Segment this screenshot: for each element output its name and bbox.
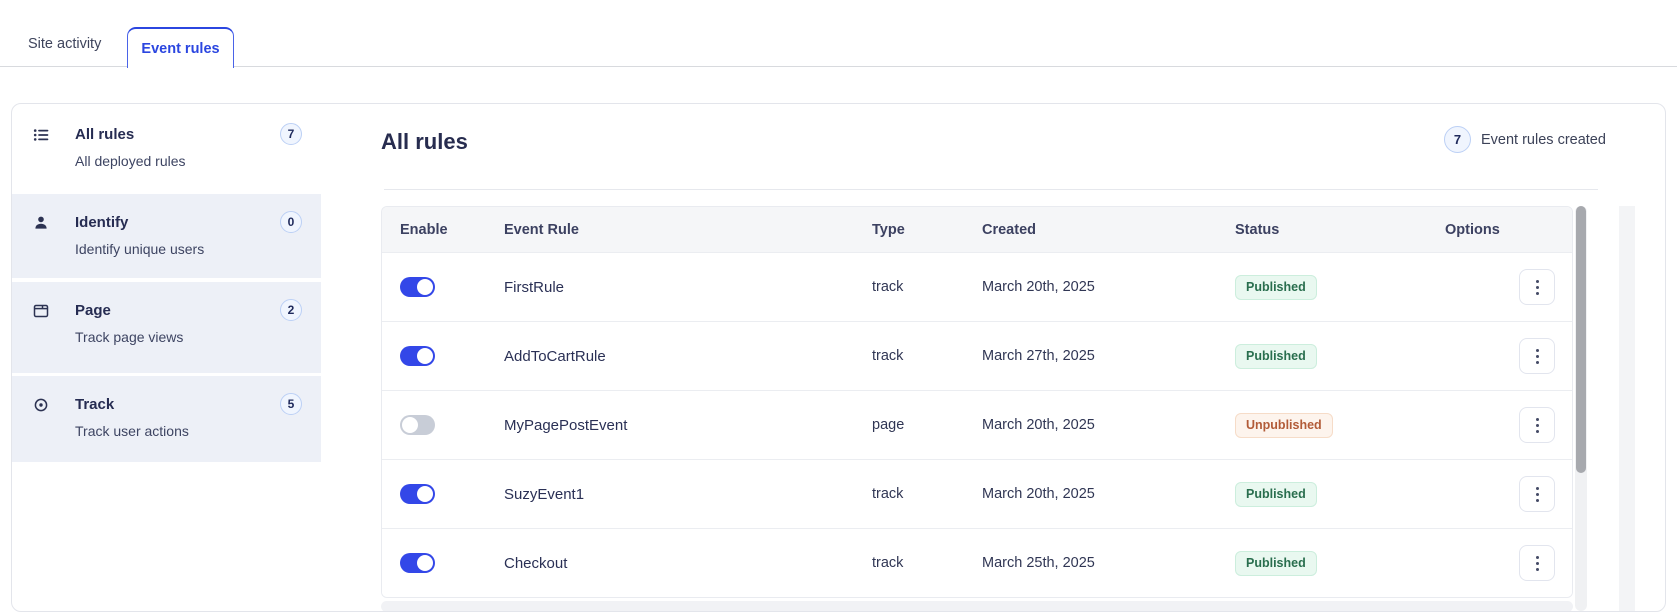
rule-name: MyPagePostEvent	[504, 416, 628, 434]
table-row: Checkout track March 25th, 2025 Publishe…	[382, 528, 1572, 597]
user-icon	[33, 215, 49, 231]
rule-created: March 20th, 2025	[982, 417, 1095, 433]
table-scrollbar-thumb[interactable]	[1576, 206, 1586, 473]
page-title: All rules	[381, 129, 468, 154]
rule-type: track	[872, 279, 904, 295]
tab-event-rules[interactable]: Event rules	[127, 27, 234, 68]
rule-type: track	[872, 555, 904, 571]
sidebar-count-badge: 5	[280, 393, 302, 415]
sidebar-item-identify[interactable]: Identify Identify unique users 0	[12, 194, 321, 278]
tabbar-divider	[0, 66, 1677, 67]
header-divider	[384, 189, 1598, 190]
rules-count-label: Event rules created	[1481, 131, 1606, 148]
list-icon	[33, 127, 49, 143]
page-scrollbar-track[interactable]	[1619, 206, 1635, 611]
table-horizontal-scrollbar-track[interactable]	[381, 601, 1573, 611]
rule-name: FirstRule	[504, 278, 565, 296]
table-header-row: Enable Event Rule Type Created Status Op…	[382, 207, 1572, 252]
sidebar-count-badge: 0	[280, 211, 302, 233]
rule-created: March 27th, 2025	[982, 348, 1095, 364]
column-header-rule: Event Rule	[504, 221, 579, 238]
column-header-status: Status	[1235, 221, 1280, 238]
toggle-knob	[402, 417, 418, 433]
event-rules-table: Enable Event Rule Type Created Status Op…	[381, 206, 1573, 598]
toggle-knob	[417, 279, 433, 295]
sidebar-item-all-rules[interactable]: All rules All deployed rules 7	[12, 106, 321, 192]
target-icon	[33, 397, 49, 413]
row-options-button[interactable]	[1519, 269, 1555, 305]
column-header-options: Options	[1445, 221, 1500, 238]
table-row: MyPagePostEvent page March 20th, 2025 Un…	[382, 390, 1572, 459]
sidebar-item-track[interactable]: Track Track user actions 5	[12, 376, 321, 462]
enable-toggle[interactable]	[400, 346, 435, 366]
row-options-button[interactable]	[1519, 476, 1555, 512]
enable-toggle[interactable]	[400, 553, 435, 573]
status-badge: Published	[1235, 343, 1317, 369]
sidebar-count-badge: 7	[280, 123, 302, 145]
status-badge: Published	[1235, 550, 1317, 576]
status-badge: Unpublished	[1235, 412, 1333, 438]
rule-type: track	[872, 486, 904, 502]
column-header-type: Type	[872, 221, 905, 238]
rule-name: Checkout	[504, 554, 568, 572]
rule-created: March 25th, 2025	[982, 555, 1095, 571]
event-rules-card: All rules All deployed rules 7 Identify …	[11, 103, 1666, 612]
toggle-knob	[417, 348, 433, 364]
tab-event-rules-label: Event rules	[141, 40, 220, 57]
sidebar-item-page[interactable]: Page Track page views 2	[12, 282, 321, 373]
rules-summary: 7 Event rules created	[1444, 126, 1606, 153]
sidebar-item-subtitle: All deployed rules	[75, 153, 186, 169]
window-icon	[33, 303, 49, 319]
rule-created: March 20th, 2025	[982, 279, 1095, 295]
rule-type: track	[872, 348, 904, 364]
rule-name: AddToCartRule	[504, 347, 606, 365]
status-badge: Published	[1235, 481, 1317, 507]
event-rules-screen: Site activity Event rules All rules All …	[0, 0, 1677, 616]
column-header-created: Created	[982, 221, 1036, 238]
table-row: FirstRule track March 20th, 2025 Publish…	[382, 252, 1572, 321]
sidebar-count-badge: 2	[280, 299, 302, 321]
table-row: SuzyEvent1 track March 20th, 2025 Publis…	[382, 459, 1572, 528]
enable-toggle[interactable]	[400, 484, 435, 504]
table-row: AddToCartRule track March 27th, 2025 Pub…	[382, 321, 1572, 390]
enable-toggle[interactable]	[400, 415, 435, 435]
sidebar-item-subtitle: Track page views	[75, 329, 184, 345]
row-options-button[interactable]	[1519, 338, 1555, 374]
toggle-knob	[417, 486, 433, 502]
rules-sidebar: All rules All deployed rules 7 Identify …	[12, 104, 321, 611]
enable-toggle[interactable]	[400, 277, 435, 297]
table-scrollbar-track[interactable]	[1575, 206, 1587, 611]
toggle-knob	[417, 555, 433, 571]
sidebar-item-subtitle: Track user actions	[75, 423, 189, 439]
row-options-button[interactable]	[1519, 407, 1555, 443]
rule-type: page	[872, 417, 905, 433]
rule-name: SuzyEvent1	[504, 485, 585, 503]
tab-site-activity[interactable]: Site activity	[28, 36, 101, 52]
status-badge: Published	[1235, 274, 1317, 300]
column-header-enable: Enable	[400, 221, 448, 238]
sidebar-item-subtitle: Identify unique users	[75, 241, 205, 257]
row-options-button[interactable]	[1519, 545, 1555, 581]
rules-count-badge: 7	[1444, 126, 1471, 153]
rule-created: March 20th, 2025	[982, 486, 1095, 502]
